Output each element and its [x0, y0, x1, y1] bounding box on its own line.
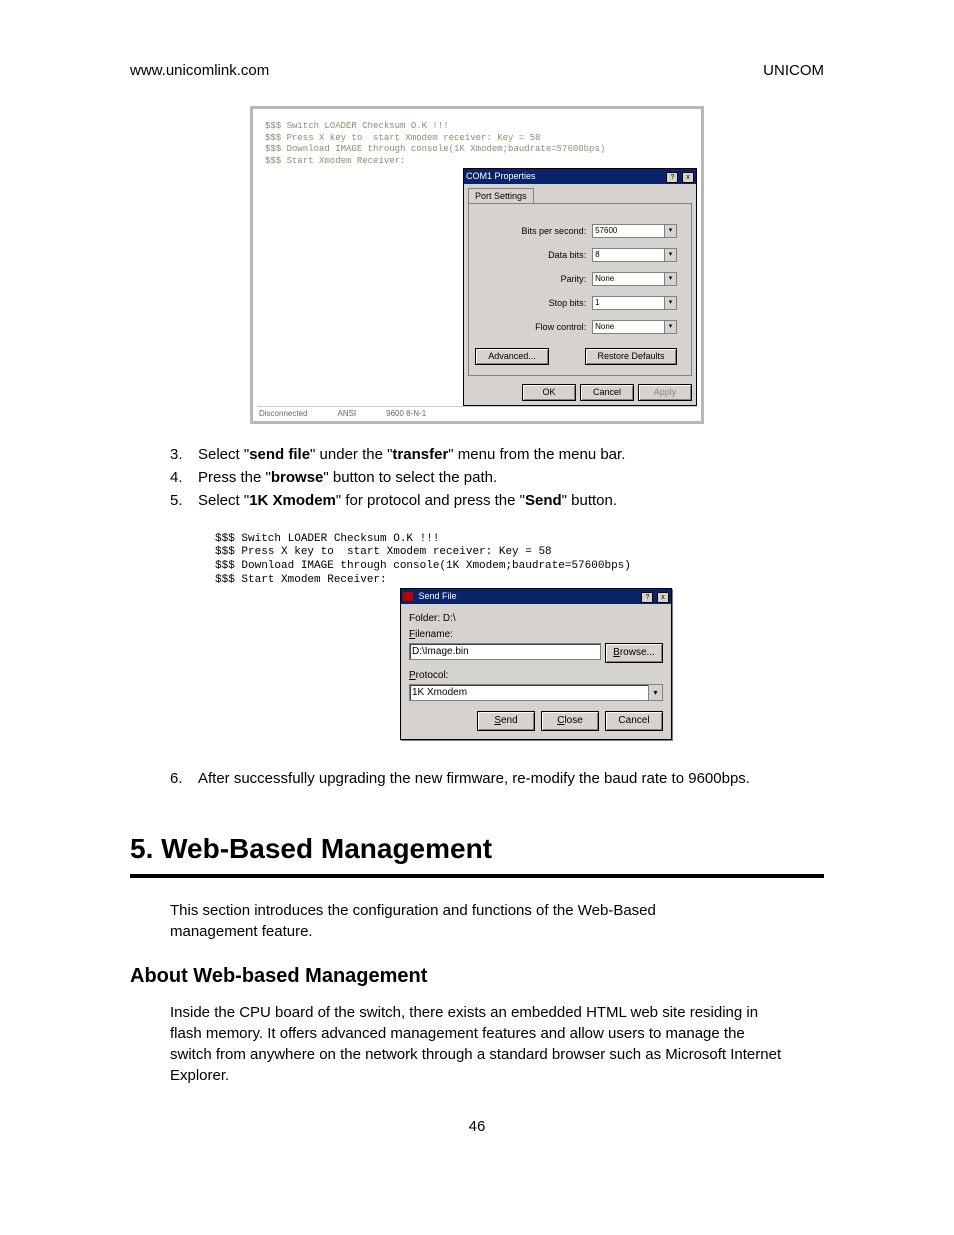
protocol-value: 1K Xmodem — [410, 685, 648, 700]
subheading: About Web-based Management — [130, 962, 824, 990]
databits-value: 8 — [593, 249, 664, 261]
parity-label: Parity: — [475, 273, 592, 286]
apply-button[interactable]: Apply — [638, 384, 692, 401]
chevron-down-icon[interactable]: ▾ — [664, 273, 676, 285]
bps-value: 57600 — [593, 225, 664, 237]
tab-port-settings[interactable]: Port Settings — [468, 188, 534, 204]
status-settings: 9600 8-N-1 — [386, 408, 426, 419]
terminal-output-2: $$$ Switch LOADER Checksum O.K !!! $$$ P… — [215, 533, 680, 588]
item-text: After successfully upgrading the new fir… — [198, 768, 750, 789]
dialog-title: Send File — [403, 590, 457, 603]
list-item: 3. Select "send file" under the "transfe… — [170, 444, 824, 465]
close-icon[interactable]: x — [657, 592, 669, 603]
close-button[interactable]: Close — [541, 711, 599, 731]
chevron-down-icon[interactable]: ▾ — [664, 225, 676, 237]
item-text: Press the "browse" button to select the … — [198, 467, 497, 488]
chevron-down-icon[interactable]: ▾ — [648, 685, 662, 700]
chevron-down-icon[interactable]: ▾ — [664, 321, 676, 333]
screenshot-send-file: $$$ Switch LOADER Checksum O.K !!! $$$ P… — [215, 533, 680, 740]
screenshot-com-properties: $$$ Switch LOADER Checksum O.K !!! $$$ P… — [250, 106, 704, 424]
body-paragraph: Inside the CPU board of the switch, ther… — [170, 1002, 790, 1086]
stopbits-value: 1 — [593, 297, 664, 309]
chevron-down-icon[interactable]: ▾ — [664, 297, 676, 309]
parity-value: None — [593, 273, 664, 285]
terminal-output-1: $$$ Switch LOADER Checksum O.K !!! $$$ P… — [257, 113, 697, 168]
protocol-select[interactable]: 1K Xmodem ▾ — [409, 684, 663, 701]
terminal-blank-area — [257, 168, 463, 406]
protocol-label: Protocol: — [409, 669, 663, 683]
close-icon[interactable]: x — [682, 172, 694, 183]
item-number: 4. — [170, 467, 198, 488]
folder-label: Folder: D:\ — [409, 612, 663, 626]
databits-select[interactable]: 8 ▾ — [592, 248, 677, 262]
send-file-dialog: Send File ? x Folder: D:\ Filename: D:\I… — [400, 588, 672, 740]
item-number: 6. — [170, 768, 198, 789]
item-text: Select "send file" under the "transfer" … — [198, 444, 625, 465]
chevron-down-icon[interactable]: ▾ — [664, 249, 676, 261]
cancel-button[interactable]: Cancel — [580, 384, 634, 401]
bps-select[interactable]: 57600 ▾ — [592, 224, 677, 238]
list-item: 4. Press the "browse" button to select t… — [170, 467, 824, 488]
cancel-button[interactable]: Cancel — [605, 711, 663, 731]
filename-label: Filename: — [409, 628, 663, 642]
item-text: Select "1K Xmodem" for protocol and pres… — [198, 490, 617, 511]
intro-paragraph: This section introduces the configuratio… — [170, 900, 730, 942]
flowcontrol-label: Flow control: — [475, 321, 592, 334]
instruction-list-2: 6. After successfully upgrading the new … — [170, 768, 824, 789]
browse-button[interactable]: Browse... — [605, 643, 663, 663]
bps-label: Bits per second: — [475, 225, 592, 238]
header-brand: UNICOM — [763, 60, 824, 81]
ok-button[interactable]: OK — [522, 384, 576, 401]
send-button[interactable]: Send — [477, 711, 535, 731]
item-number: 5. — [170, 490, 198, 511]
dialog-title: COM1 Properties — [466, 170, 536, 183]
item-number: 3. — [170, 444, 198, 465]
com-properties-dialog: COM1 Properties ? x Port Settings Bits p… — [463, 168, 697, 406]
flowcontrol-select[interactable]: None ▾ — [592, 320, 677, 334]
status-connection: Disconnected — [259, 408, 307, 419]
instruction-list-1: 3. Select "send file" under the "transfe… — [170, 444, 824, 511]
help-icon[interactable]: ? — [641, 592, 653, 603]
stopbits-select[interactable]: 1 ▾ — [592, 296, 677, 310]
restore-defaults-button[interactable]: Restore Defaults — [585, 348, 677, 365]
flowcontrol-value: None — [593, 321, 664, 333]
parity-select[interactable]: None ▾ — [592, 272, 677, 286]
chapter-heading: 5. Web-Based Management — [130, 829, 824, 868]
list-item: 6. After successfully upgrading the new … — [170, 768, 824, 789]
heading-rule — [130, 874, 824, 878]
advanced-button[interactable]: Advanced... — [475, 348, 549, 365]
filename-input[interactable]: D:\Image.bin — [409, 643, 601, 660]
list-item: 5. Select "1K Xmodem" for protocol and p… — [170, 490, 824, 511]
status-emulation: ANSI — [337, 408, 356, 419]
help-icon[interactable]: ? — [666, 172, 678, 183]
databits-label: Data bits: — [475, 249, 592, 262]
header-url: www.unicomlink.com — [130, 60, 269, 81]
page-number: 46 — [130, 1116, 824, 1137]
app-icon — [403, 592, 413, 601]
stopbits-label: Stop bits: — [475, 297, 592, 310]
